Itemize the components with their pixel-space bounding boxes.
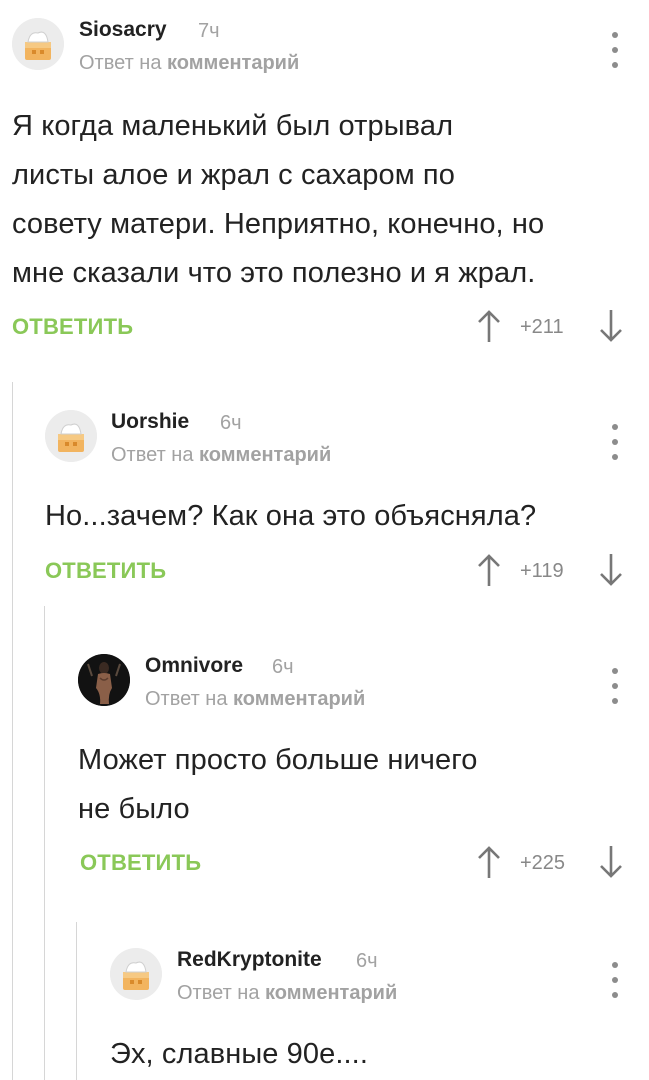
comment-text: Эх, славные 90е....: [110, 1030, 368, 1079]
reply-button[interactable]: ОТВЕТИТЬ: [12, 314, 133, 340]
rating-count: +211: [520, 316, 564, 338]
arrow-down-icon[interactable]: [597, 308, 625, 344]
comment-header: Uorshie 6ч Ответ на комментарий: [0, 410, 649, 480]
default-avatar-icon[interactable]: [110, 948, 162, 1000]
username[interactable]: Siosacry: [79, 18, 167, 42]
comment-text: Может просто больше ничего не было: [78, 736, 478, 834]
reply-target-link[interactable]: комментарий: [167, 52, 299, 74]
comment-text: Я когда маленький был отрывал листы алое…: [12, 102, 544, 298]
reply-to-line: Ответ на комментарий: [111, 444, 331, 467]
reply-target-link[interactable]: комментарий: [265, 982, 397, 1004]
comment-text-line: листы алое и жрал с сахаром по: [12, 159, 455, 191]
reply-prefix: Ответ на: [177, 982, 266, 1004]
vote-controls: +225: [475, 844, 625, 884]
reply-to-line: Ответ на комментарий: [79, 52, 299, 75]
more-options-icon[interactable]: [605, 962, 625, 998]
comment-actions: ОТВЕТИТЬ +119: [45, 552, 649, 592]
comment-header: Siosacry 7ч Ответ на комментарий: [0, 18, 649, 88]
rating-count: +225: [520, 852, 566, 874]
comment-text: Но...зачем? Как она это объясняла?: [45, 492, 536, 541]
arrow-down-icon[interactable]: [597, 552, 625, 588]
more-options-icon[interactable]: [605, 424, 625, 460]
more-options-icon[interactable]: [605, 32, 625, 68]
reply-to-line: Ответ на комментарий: [177, 982, 397, 1005]
comment-text-line: мне сказали что это полезно и я жрал.: [12, 257, 536, 289]
username[interactable]: Uorshie: [111, 410, 189, 434]
default-avatar-icon[interactable]: [12, 18, 64, 70]
comment-time: 6ч: [220, 412, 242, 434]
reply-to-line: Ответ на комментарий: [145, 688, 365, 711]
comment-text-line: Я когда маленький был отрывал: [12, 110, 454, 142]
comment-text-line: Но...зачем? Как она это объясняла?: [45, 500, 537, 532]
comment-time: 6ч: [272, 656, 294, 678]
comment-actions: ОТВЕТИТЬ +211: [12, 308, 649, 348]
more-options-icon[interactable]: [605, 668, 625, 704]
arrow-down-icon[interactable]: [597, 844, 625, 880]
rating-count: +119: [520, 560, 564, 582]
comment-header: RedKryptonite 6ч Ответ на комментарий: [0, 948, 649, 1018]
comment-text-line: Эх, славные 90е....: [110, 1038, 368, 1070]
default-avatar-icon[interactable]: [45, 410, 97, 462]
username[interactable]: Omnivore: [145, 654, 243, 678]
reply-prefix: Ответ на: [111, 444, 200, 466]
reply-button[interactable]: ОТВЕТИТЬ: [45, 558, 166, 584]
reply-target-link[interactable]: комментарий: [233, 688, 365, 710]
username[interactable]: RedKryptonite: [177, 948, 322, 972]
vote-controls: +119: [475, 552, 625, 592]
comment-time: 7ч: [198, 20, 220, 42]
reply-prefix: Ответ на: [145, 688, 234, 710]
reply-button[interactable]: ОТВЕТИТЬ: [80, 850, 201, 876]
arrow-up-icon[interactable]: [475, 308, 503, 344]
user-photo-avatar[interactable]: [78, 654, 130, 706]
comment-text-line: совету матери. Неприятно, конечно, но: [12, 208, 545, 240]
vote-controls: +211: [475, 308, 625, 348]
comment-header: Omnivore 6ч Ответ на комментарий: [0, 654, 649, 724]
comment-text-line: Может просто больше ничего: [78, 744, 478, 776]
reply-target-link[interactable]: комментарий: [199, 444, 331, 466]
arrow-up-icon[interactable]: [475, 552, 503, 588]
comment-text-line: не было: [78, 793, 190, 825]
reply-prefix: Ответ на: [79, 52, 168, 74]
arrow-up-icon[interactable]: [475, 844, 503, 880]
comment-actions: ОТВЕТИТЬ +225: [80, 844, 649, 884]
comment-time: 6ч: [356, 950, 378, 972]
